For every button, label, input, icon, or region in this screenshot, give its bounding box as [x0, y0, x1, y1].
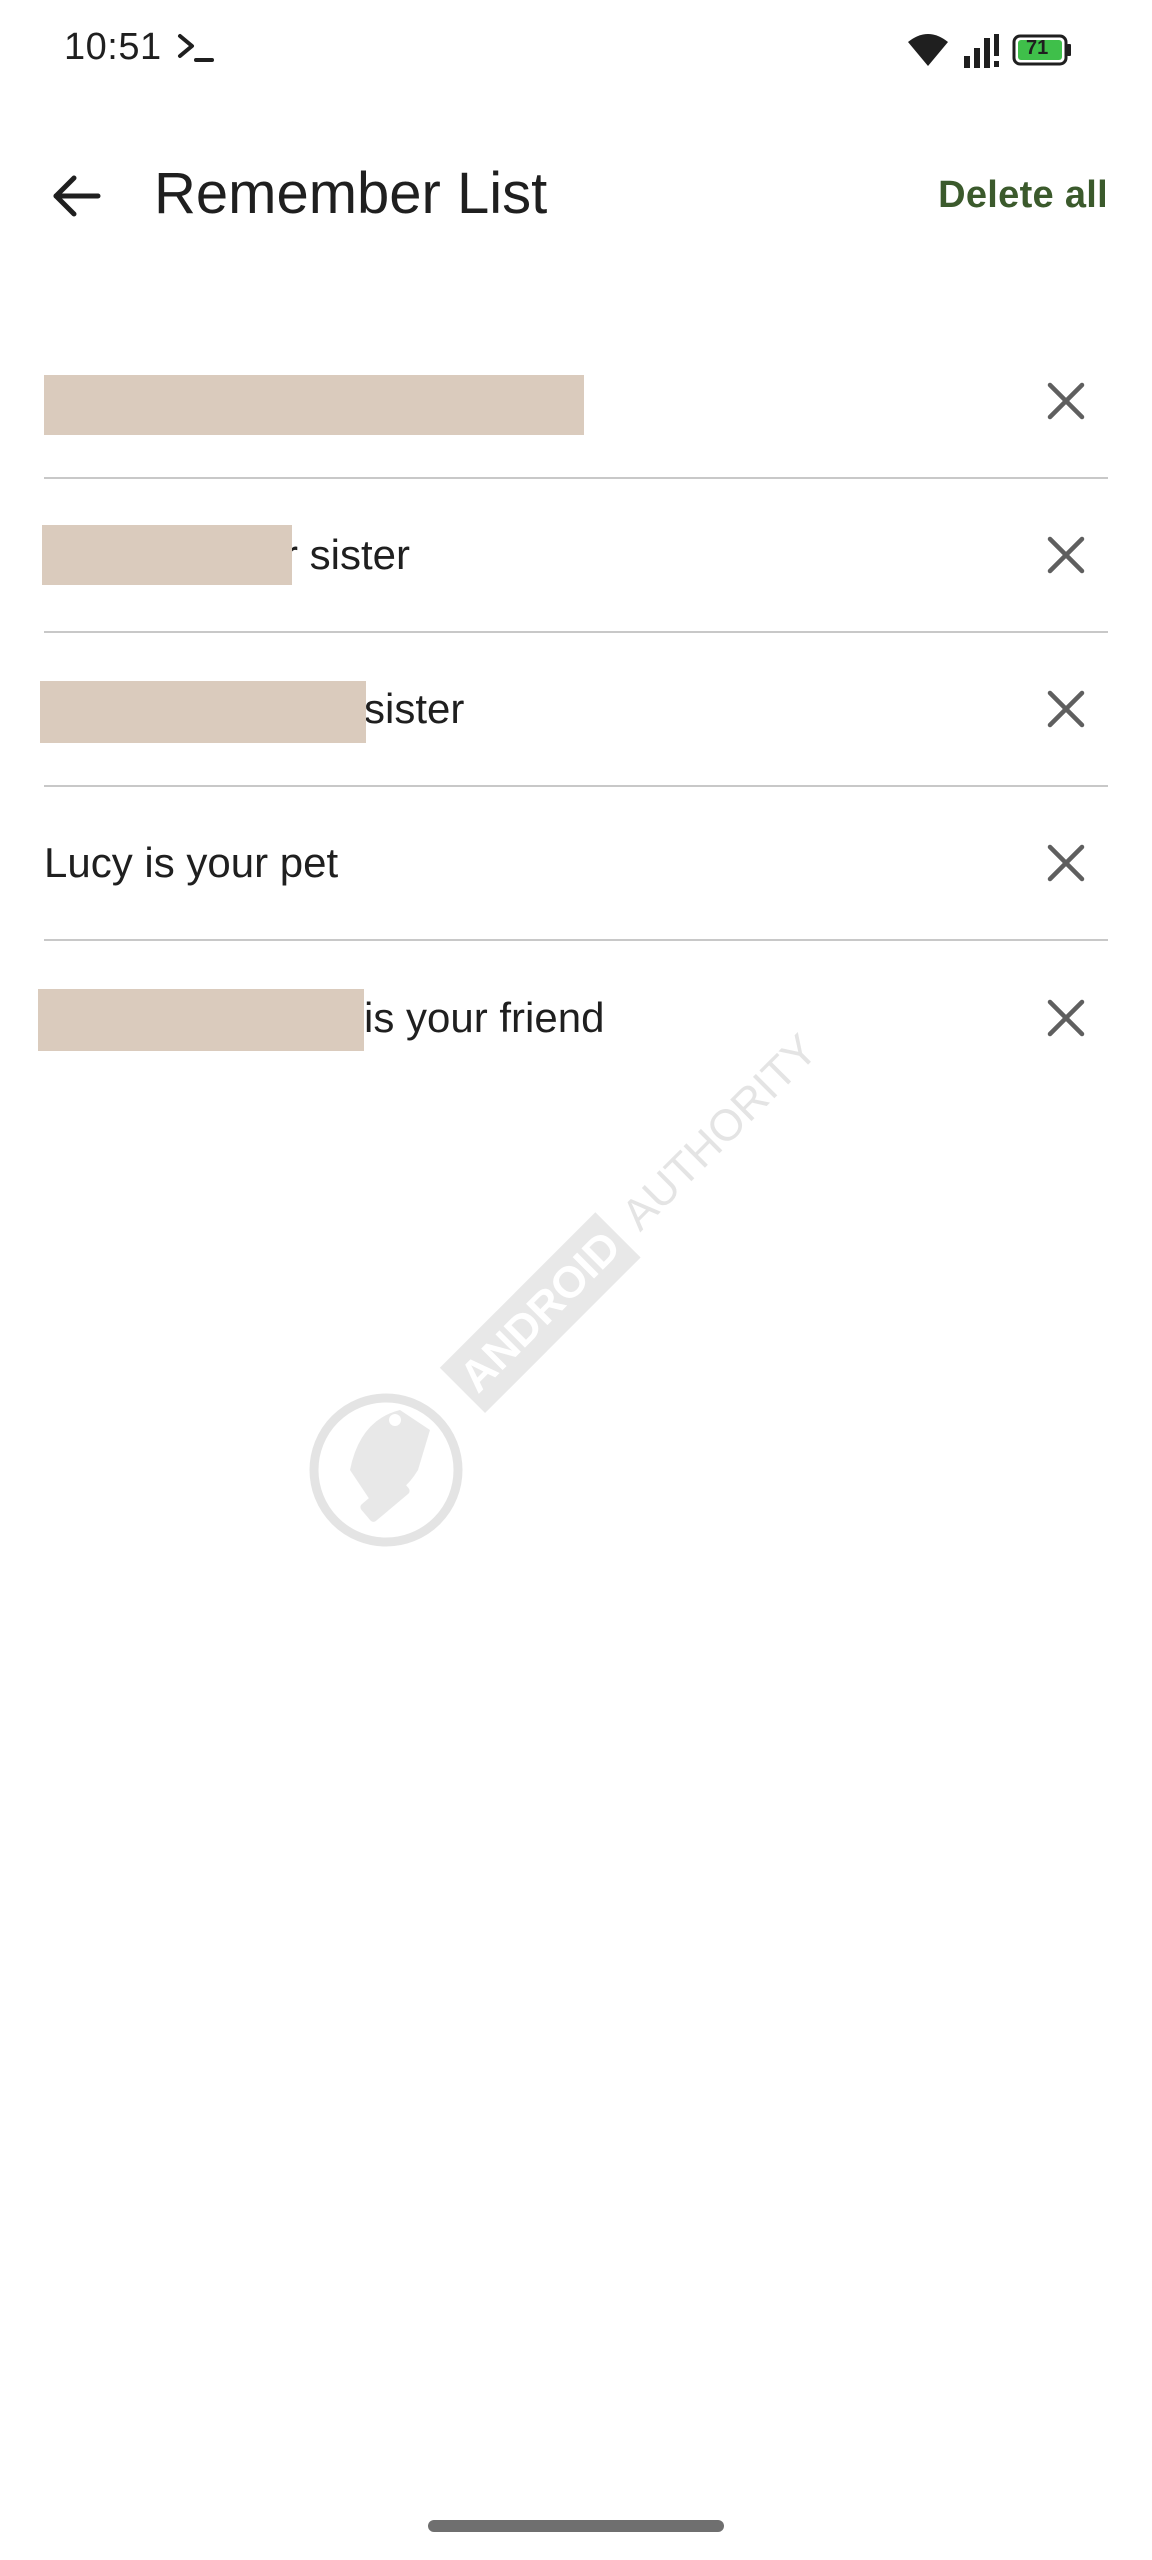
item-text: Lucy is your pet [44, 839, 339, 886]
redaction-block [44, 375, 584, 435]
redaction-block [38, 989, 364, 1051]
close-icon [1047, 382, 1085, 420]
list-item[interactable]: r sister [42, 479, 1108, 633]
status-bar: 10:51 71 [0, 0, 1152, 100]
list-item[interactable]: sister [40, 633, 1108, 787]
item-text: is your friend [364, 994, 605, 1041]
remove-item-button[interactable] [1024, 359, 1108, 443]
list-item[interactable]: Lucy is your pet [44, 787, 1108, 941]
remember-list: r sister sister Lucy is your pet is your… [0, 325, 1152, 1095]
status-time: 10:51 [64, 26, 162, 68]
android-logo-icon [309, 1393, 463, 1547]
battery-level: 71 [1026, 37, 1049, 59]
app-bar: Remember List Delete all [0, 130, 1152, 260]
remove-item-button[interactable] [1024, 667, 1108, 751]
close-icon [1047, 690, 1085, 728]
gesture-navigation-bar[interactable] [428, 2520, 724, 2532]
back-button[interactable] [36, 156, 116, 236]
list-item[interactable]: is your friend [38, 941, 1108, 1095]
remove-item-button[interactable] [1024, 976, 1108, 1060]
status-icons: 71 [904, 28, 1072, 72]
delete-all-button[interactable]: Delete all [938, 174, 1108, 217]
battery-icon: 71 [1012, 34, 1072, 66]
wifi-icon [904, 30, 952, 70]
redaction-block [40, 681, 366, 743]
item-text: sister [364, 685, 465, 732]
remove-item-button[interactable] [1024, 821, 1108, 905]
close-icon [1047, 999, 1085, 1037]
page-title: Remember List [154, 161, 548, 226]
arrow-left-icon [53, 175, 101, 217]
list-item[interactable] [44, 325, 1108, 479]
terminal-icon [176, 30, 216, 66]
redaction-block [42, 525, 292, 585]
item-text: r sister [284, 531, 410, 578]
signal-icon [962, 30, 1002, 70]
close-icon [1047, 536, 1085, 574]
close-icon [1047, 844, 1085, 882]
remove-item-button[interactable] [1024, 513, 1108, 597]
